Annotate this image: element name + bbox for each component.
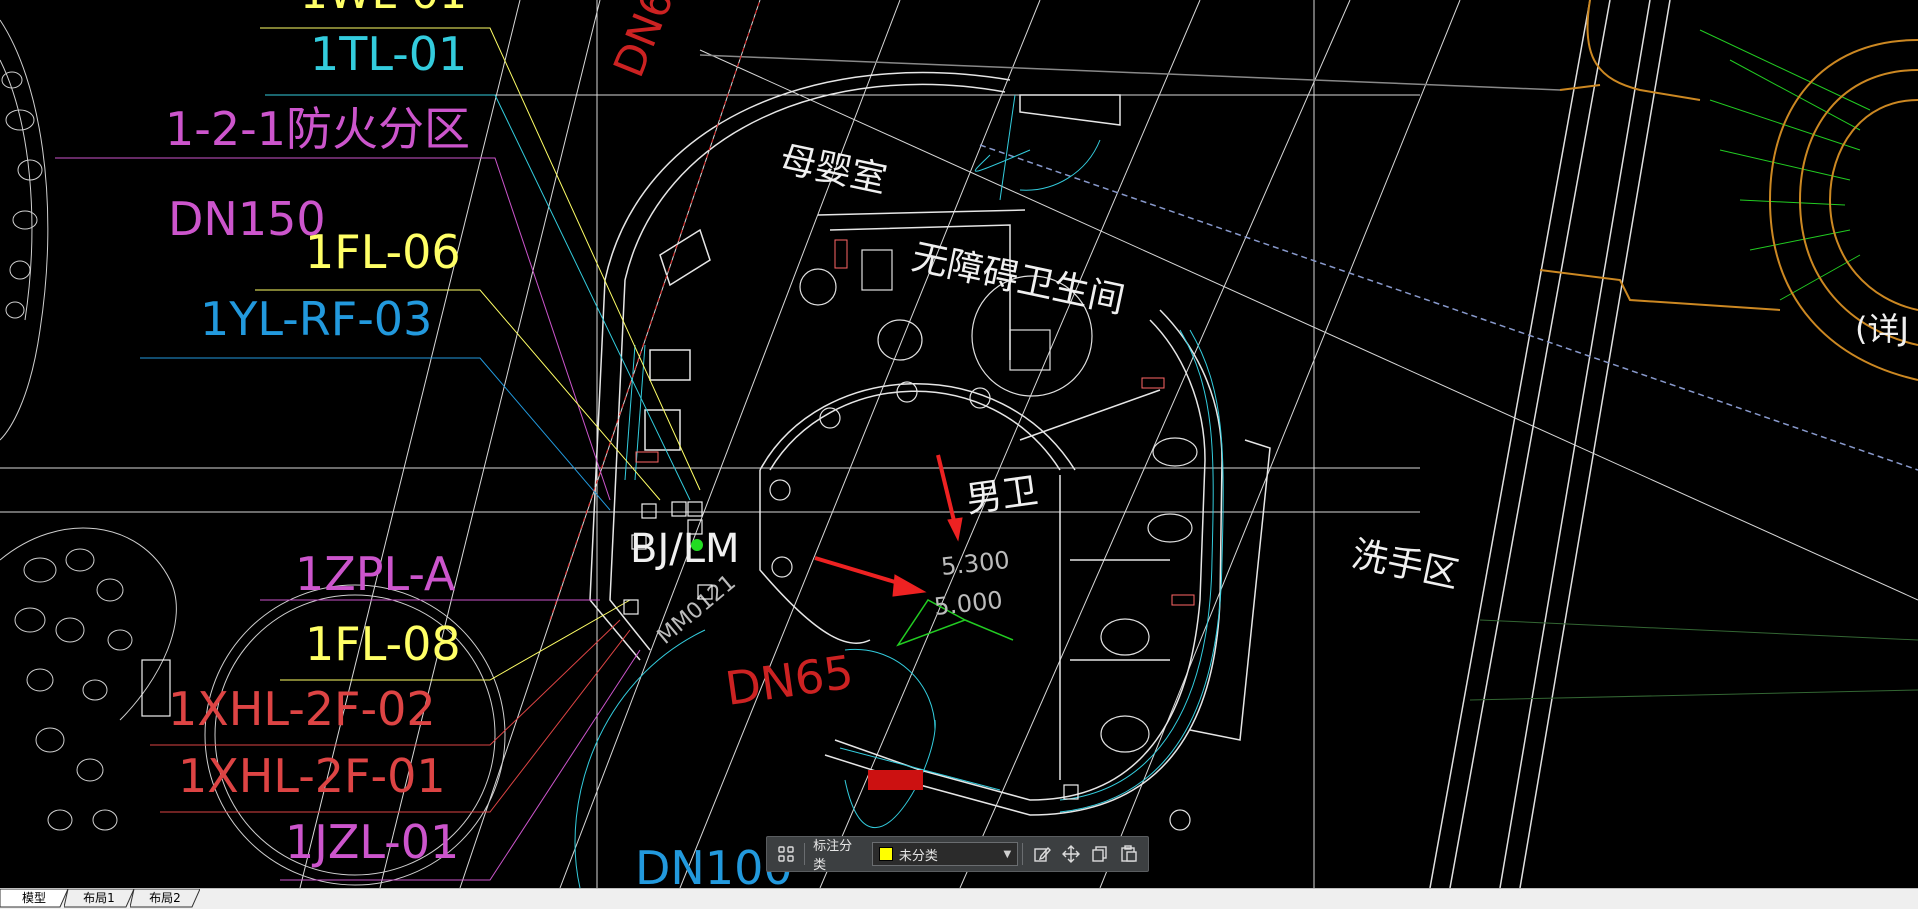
annotation-category-select[interactable]: 未分类 ▼ xyxy=(871,842,1019,866)
annotation-category-label: 标注分类 xyxy=(813,839,853,873)
red-arrows xyxy=(814,454,963,597)
fl08-label: 1FL-08 xyxy=(305,617,461,671)
xhl01-label: 1XHL-2F-01 xyxy=(178,749,446,803)
copy-icon[interactable] xyxy=(1086,839,1115,869)
green-symbols xyxy=(691,539,1918,701)
toolbar-divider xyxy=(804,843,806,865)
jzl-label: 1JZL-01 xyxy=(285,815,459,869)
tab-layout2-label: 布局2 xyxy=(149,891,181,905)
tab-model-label: 模型 xyxy=(21,891,46,905)
yl-rf-label: 1YL-RF-03 xyxy=(200,292,432,346)
tab-layout1-label: 布局1 xyxy=(83,891,115,905)
fixtures xyxy=(769,249,1198,831)
fire-zone-label: 1-2-1防火分区 xyxy=(165,102,470,156)
category-select-value: 未分类 xyxy=(898,848,938,864)
stair-lines xyxy=(1699,29,1871,301)
cad-drawing: DN65 DN65 1WL-01 1TL-01 1-2-1防火分区 DN150 … xyxy=(0,0,1918,888)
dn65-mid-label: DN65 xyxy=(722,645,857,716)
edit-icon[interactable] xyxy=(1027,839,1056,869)
red-markers xyxy=(635,239,1195,790)
tl-label: 1TL-01 xyxy=(310,27,467,81)
wash-area-label: 洗手区 xyxy=(1348,534,1462,597)
level-2-label: 5.000 xyxy=(933,586,1004,621)
drawing-canvas[interactable]: DN65 DN65 1WL-01 1TL-01 1-2-1防火分区 DN150 … xyxy=(0,0,1918,888)
paste-icon[interactable] xyxy=(1115,839,1144,869)
annotation-toolbar: 标注分类 未分类 ▼ xyxy=(766,836,1149,873)
chevron-down-icon: ▼ xyxy=(1003,848,1012,860)
detail-ref-label: (详J xyxy=(1855,310,1909,348)
category-color-swatch xyxy=(878,847,893,861)
layout-tab-bar: 模型 布局1 布局2 xyxy=(0,888,1918,909)
dn150-label: DN150 xyxy=(168,192,326,246)
fl06-label: 1FL-06 xyxy=(305,225,461,279)
dn65-top-label: DN65 xyxy=(604,0,693,84)
move-icon[interactable] xyxy=(1056,839,1085,869)
outer-wall-cyan xyxy=(574,94,1224,888)
building-walls xyxy=(589,71,1271,816)
road-lines xyxy=(699,0,1918,888)
tab-layout1[interactable]: 布局1 xyxy=(64,889,134,908)
mother-room-label: 母婴室 xyxy=(776,139,890,202)
accessible-wc-label: 无障碍卫生间 xyxy=(908,237,1128,322)
zpl-label: 1ZPL-A xyxy=(295,547,456,601)
tab-model[interactable]: 模型 xyxy=(0,889,68,908)
level-1-label: 5.300 xyxy=(940,546,1011,581)
twl-label: 1WL-01 xyxy=(300,0,467,19)
xhl02-label: 1XHL-2F-02 xyxy=(168,682,436,736)
male-wc-label: 男卫 xyxy=(964,470,1041,521)
tab-layout2[interactable]: 布局2 xyxy=(130,889,200,908)
grid-icon[interactable] xyxy=(771,839,800,869)
toolbar-divider xyxy=(1022,843,1024,865)
